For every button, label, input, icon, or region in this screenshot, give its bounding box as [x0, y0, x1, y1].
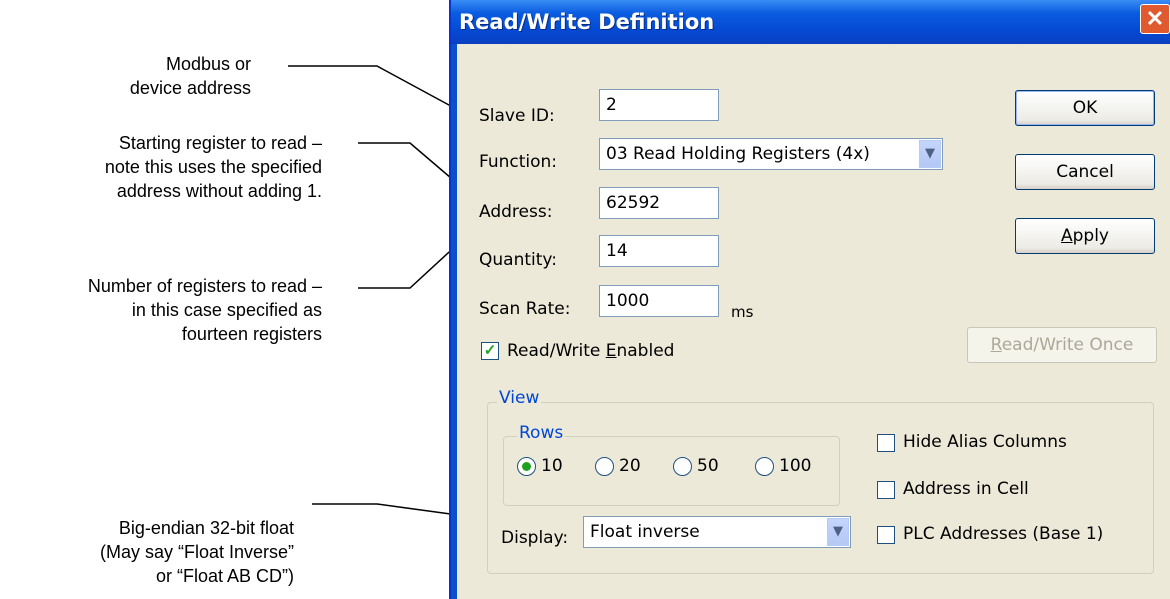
read-write-once-button[interactable]: Read/Write Once [967, 327, 1157, 363]
read-write-enabled-checkbox[interactable]: ✓ [481, 342, 499, 360]
hide-alias-columns-checkbox[interactable] [877, 434, 895, 452]
rows-10-radio[interactable] [517, 457, 536, 476]
function-label: Function: [479, 152, 558, 172]
cancel-button[interactable]: Cancel [1015, 154, 1155, 190]
address-label: Address: [479, 202, 553, 222]
address-in-cell-label[interactable]: Address in Cell [903, 479, 1029, 499]
enabled-label-part: nabled [616, 341, 675, 361]
slave-id-input[interactable]: 2 [599, 89, 719, 121]
display-select[interactable]: Float inverse ▼ [583, 516, 851, 548]
plc-addresses-checkbox[interactable] [877, 526, 895, 544]
rows-50-label[interactable]: 50 [697, 456, 719, 476]
quantity-input[interactable]: 14 [599, 235, 719, 267]
display-value: Float inverse [590, 522, 700, 542]
dialog-title: Read/Write Definition [459, 10, 715, 34]
function-value: 03 Read Holding Registers (4x) [606, 144, 870, 164]
scan-rate-input[interactable]: 1000 [599, 285, 719, 317]
chevron-down-icon[interactable]: ▼ [827, 518, 849, 546]
apply-accel: A [1060, 226, 1073, 246]
apply-label: pply [1072, 226, 1109, 246]
rows-group-label: Rows [517, 423, 566, 443]
title-bar[interactable]: Read/Write Definition ✕ [451, 0, 1170, 44]
enabled-label-part: Read/Write [507, 341, 606, 361]
rows-100-radio[interactable] [755, 457, 774, 476]
dialog-client-area: Slave ID: 2 Function: 03 Read Holding Re… [457, 44, 1170, 599]
function-select[interactable]: 03 Read Holding Registers (4x) ▼ [599, 138, 943, 170]
enabled-label-accel: E [605, 341, 617, 361]
read-write-enabled-label[interactable]: Read/Write Enabled [507, 341, 674, 361]
read-write-once-label: ead/Write Once [1001, 335, 1134, 355]
view-group-label: View [497, 388, 542, 408]
rows-100-label[interactable]: 100 [779, 456, 811, 476]
slave-id-label: Slave ID: [479, 106, 555, 126]
close-icon[interactable]: ✕ [1140, 4, 1170, 34]
apply-button[interactable]: Apply [1015, 218, 1155, 254]
scan-rate-label: Scan Rate: [479, 299, 571, 319]
leader-line-quantity [358, 241, 461, 289]
rows-20-radio[interactable] [595, 457, 614, 476]
rows-20-label[interactable]: 20 [619, 456, 641, 476]
rows-50-radio[interactable] [673, 457, 692, 476]
read-write-once-accel: R [990, 335, 1002, 355]
display-label: Display: [501, 528, 569, 548]
plc-addresses-label[interactable]: PLC Addresses (Base 1) [903, 524, 1103, 544]
quantity-label: Quantity: [479, 250, 557, 270]
scan-rate-unit: ms [731, 303, 754, 321]
address-in-cell-checkbox[interactable] [877, 481, 895, 499]
rows-10-label[interactable]: 10 [541, 456, 563, 476]
chevron-down-icon[interactable]: ▼ [919, 140, 941, 168]
hide-alias-columns-label[interactable]: Hide Alias Columns [903, 432, 1067, 452]
read-write-definition-dialog: Read/Write Definition ✕ Slave ID: 2 Func… [449, 0, 1170, 599]
ok-button[interactable]: OK [1015, 90, 1155, 126]
address-input[interactable]: 62592 [599, 187, 719, 219]
